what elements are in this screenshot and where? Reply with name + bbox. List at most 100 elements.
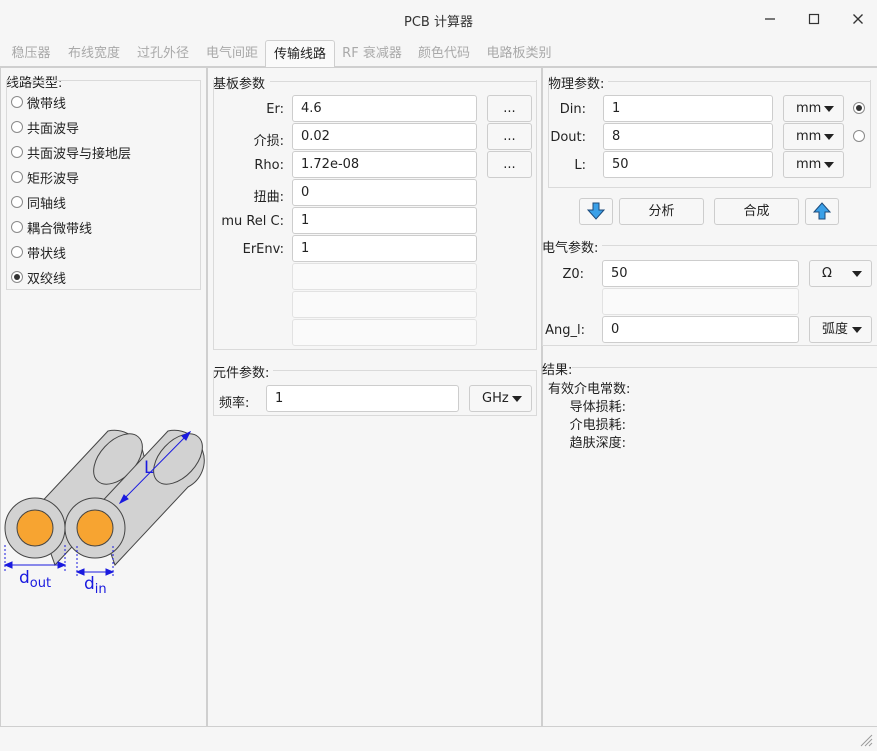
result-effective-permittivity: 有效介电常数: [548, 382, 631, 397]
tab-regulator[interactable]: 稳压器 [4, 40, 58, 67]
line-type-option-label: 双绞线 [27, 271, 67, 287]
z0-label: Z0: [562, 267, 584, 282]
unused-field-1 [292, 263, 477, 290]
svg-text:din: din [84, 574, 107, 597]
dout-subscript: out [30, 576, 51, 591]
dout-target-radio[interactable] [853, 130, 865, 142]
arrow-up-icon [812, 202, 832, 220]
radio-button[interactable] [11, 196, 23, 208]
unused-electrical-field [602, 288, 799, 315]
mu-rel-c-label: mu Rel C: [221, 214, 284, 229]
twist-label: 扭曲: [253, 190, 284, 205]
unused-field-3 [292, 319, 477, 346]
window-title: PCB 计算器 [404, 15, 473, 30]
er-input[interactable]: 4.6 [292, 95, 477, 122]
tab-board-class[interactable]: 电路板类别 [483, 40, 555, 67]
z0-input[interactable]: 50 [602, 260, 799, 287]
din-target-radio[interactable] [853, 102, 865, 114]
synthesize-arrow-button[interactable] [805, 198, 839, 225]
radio-button[interactable] [11, 146, 23, 158]
line-type-option-label: 共面波导 [27, 121, 80, 137]
line-type-option-label: 耦合微带线 [27, 221, 93, 237]
length-input[interactable]: 50 [603, 151, 773, 178]
result-dielectric-loss: 介电损耗: [569, 418, 626, 433]
twist-input[interactable]: 0 [292, 179, 477, 206]
radio-button[interactable] [11, 96, 23, 108]
radio-button[interactable] [11, 171, 23, 183]
chevron-down-icon [824, 134, 834, 140]
svg-text:dout: dout [19, 568, 51, 591]
results-heading: 结果: [542, 363, 573, 378]
chevron-down-icon [512, 396, 522, 402]
line-type-option[interactable]: 带状线 [11, 242, 66, 262]
result-conductor-loss: 导体损耗: [569, 400, 626, 415]
din-label: d [84, 574, 95, 594]
close-icon[interactable] [846, 8, 870, 30]
resize-grip-icon[interactable] [859, 733, 873, 747]
tab-via-size[interactable]: 过孔外径 [131, 40, 195, 67]
tab-clearance[interactable]: 电气间距 [200, 40, 264, 67]
synthesize-button[interactable]: 合成 [714, 198, 799, 225]
line-type-option[interactable]: 矩形波导 [11, 167, 79, 187]
line-type-option-label: 带状线 [27, 246, 67, 262]
dout-input[interactable]: 8 [603, 123, 773, 150]
er-select-button[interactable]: ... [487, 95, 532, 122]
frequency-unit-select[interactable]: GHz [469, 385, 532, 412]
chevron-down-icon [824, 106, 834, 112]
chevron-down-icon [852, 327, 862, 333]
er-label: Er: [266, 102, 284, 117]
line-type-option[interactable]: 微带线 [11, 92, 66, 112]
chevron-down-icon [852, 271, 862, 277]
tab-rf-attenuator[interactable]: RF 衰减器 [338, 40, 406, 67]
dout-unit-select[interactable]: mm [783, 123, 844, 150]
loss-tangent-label: 介损: [253, 134, 284, 149]
radio-button[interactable] [11, 271, 23, 283]
radio-button[interactable] [11, 221, 23, 233]
din-input[interactable]: 1 [603, 95, 773, 122]
tab-color-code[interactable]: 颜色代码 [412, 40, 476, 67]
din-unit-value: mm [796, 101, 822, 116]
left-core-icon [16, 509, 54, 547]
length-unit-select[interactable]: mm [783, 151, 844, 178]
dout-field-label: Dout: [550, 130, 586, 145]
line-type-option[interactable]: 同轴线 [11, 192, 66, 212]
frequency-label: 频率: [219, 396, 250, 411]
line-type-option[interactable]: 双绞线 [11, 267, 66, 287]
chevron-down-icon [824, 162, 834, 168]
tab-bar: 稳压器 布线宽度 过孔外径 电气间距 传输线路 RF 衰减器 颜色代码 电路板类… [0, 40, 877, 68]
rho-input[interactable]: 1.72e-08 [292, 151, 477, 178]
frequency-unit-value: GHz [482, 391, 509, 406]
analyze-button[interactable]: 分析 [619, 198, 704, 225]
ang-label: Ang_l: [545, 323, 585, 338]
frequency-input[interactable]: 1 [266, 385, 459, 412]
title-bar: PCB 计算器 [0, 0, 877, 38]
loss-tangent-input[interactable]: 0.02 [292, 123, 477, 150]
result-skin-depth: 趋肤深度: [569, 436, 626, 451]
tab-transmission-lines[interactable]: 传输线路 [265, 40, 335, 68]
ang-input[interactable]: 0 [602, 316, 799, 343]
din-unit-select[interactable]: mm [783, 95, 844, 122]
radio-button[interactable] [11, 121, 23, 133]
minimize-icon[interactable] [758, 8, 782, 30]
length-label: L [144, 458, 154, 478]
line-type-option[interactable]: 耦合微带线 [11, 217, 92, 237]
radio-button[interactable] [11, 246, 23, 258]
maximize-icon[interactable] [802, 8, 826, 30]
analyze-arrow-button[interactable] [579, 198, 613, 225]
ang-unit-value: 弧度 [822, 322, 849, 337]
rho-select-button[interactable]: ... [487, 151, 532, 178]
mu-rel-c-input[interactable]: 1 [292, 207, 477, 234]
line-type-option-label: 同轴线 [27, 196, 67, 212]
rho-label: Rho: [254, 158, 284, 173]
tab-track-width[interactable]: 布线宽度 [62, 40, 126, 67]
line-type-option[interactable]: 共面波导 [11, 117, 79, 137]
erenv-input[interactable]: 1 [292, 235, 477, 262]
din-field-label: Din: [559, 102, 586, 117]
erenv-label: ErEnv: [242, 242, 284, 257]
ang-unit-select[interactable]: 弧度 [809, 316, 872, 343]
z0-unit-select[interactable]: Ω [809, 260, 872, 287]
line-type-option[interactable]: 共面波导与接地层 [11, 142, 131, 162]
loss-tangent-select-button[interactable]: ... [487, 123, 532, 150]
dout-unit-value: mm [796, 129, 822, 144]
results-group-line [572, 367, 877, 368]
